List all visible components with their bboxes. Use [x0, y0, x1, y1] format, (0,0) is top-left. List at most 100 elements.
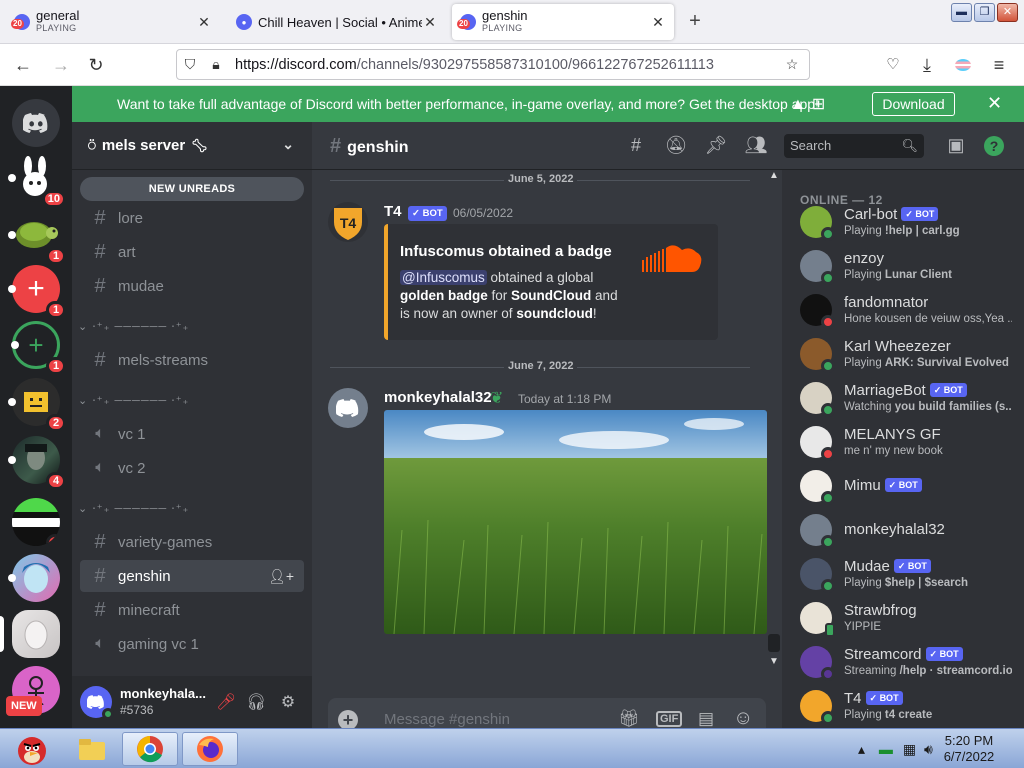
avatar[interactable] — [800, 426, 835, 461]
server-icon-white-art[interactable] — [0, 610, 60, 658]
avatar[interactable] — [800, 250, 835, 285]
sticker-icon[interactable]: ▤ — [698, 709, 714, 728]
close-tab-icon[interactable]: ✕ — [196, 14, 212, 31]
mute-microphone-icon[interactable]: 🎤︎ — [216, 692, 236, 712]
lock-icon[interactable]: 🔒︎ — [203, 56, 229, 73]
avatar[interactable] — [800, 514, 835, 549]
browser-tab-chill-heaven[interactable]: ● Chill Heaven | Social • Anime ✕ — [228, 4, 446, 40]
attach-plus-icon[interactable]: + — [338, 710, 358, 728]
gif-button[interactable]: GIF — [656, 711, 683, 727]
new-tab-button[interactable]: + — [684, 10, 706, 32]
download-button[interactable]: Download — [872, 92, 955, 116]
avatar[interactable] — [800, 646, 835, 681]
angry-bird-start-icon[interactable] — [0, 732, 64, 766]
avatar[interactable] — [800, 206, 835, 241]
browser-tab-genshin[interactable]: 20 genshin PLAYING ✕ — [452, 4, 674, 40]
headphones-icon[interactable]: 🎧︎ — [246, 692, 266, 712]
server-icon-striped[interactable]: 1 — [12, 498, 60, 546]
taskbar-clock[interactable]: 5:20 PM 6/7/2022 — [920, 733, 1018, 765]
avatar[interactable] — [800, 690, 835, 725]
server-icon-green-plus[interactable]: + 1 — [11, 321, 66, 375]
message-input[interactable]: + Message #genshin 🎁︎ GIF ▤ ☺ — [328, 698, 766, 728]
member-item[interactable]: fandomnator Hone kousen de veiuw oss,Yea … — [790, 289, 1020, 331]
channel-vc-1[interactable]: 🔈︎ vc 1 — [80, 418, 304, 450]
menu-hamburger-icon[interactable]: ≡ — [986, 52, 1012, 78]
channel-genshin[interactable]: # genshin 👤︎+ — [80, 560, 304, 592]
channel-variety-games[interactable]: # variety-games — [80, 526, 304, 558]
channel-art[interactable]: # art — [80, 236, 304, 268]
scroll-thumb[interactable] — [768, 634, 780, 652]
firefox-taskbar-icon[interactable] — [182, 732, 238, 766]
avatar[interactable] — [800, 294, 835, 329]
user-mention[interactable]: @Infuscomus — [400, 270, 487, 285]
forward-arrow-icon[interactable]: → — [48, 52, 74, 78]
avatar[interactable] — [800, 338, 835, 373]
avatar[interactable] — [80, 686, 114, 720]
discord-home-icon[interactable] — [12, 99, 60, 147]
username[interactable]: monkeyhala... — [120, 686, 206, 701]
profile-flag-icon[interactable] — [950, 52, 976, 78]
notification-bell-muted-icon[interactable]: 🔕︎ — [664, 135, 688, 157]
reload-icon[interactable]: ↻ — [83, 52, 109, 78]
category-voice[interactable]: ⌄ ⋅⁺₊ ────── ⋅⁺₊ — [76, 394, 308, 410]
channel-vc-2[interactable]: 🔈︎ vc 2 — [80, 452, 304, 484]
server-icon-red-plus[interactable]: + 1 — [8, 265, 66, 319]
battery-icon[interactable]: ▬ — [879, 741, 893, 757]
url-bar[interactable]: ⛉ 🔒︎ https://discord.com/channels/930297… — [176, 49, 810, 80]
member-item[interactable]: enzoy Playing Lunar Client — [790, 245, 1020, 287]
channel-minecraft[interactable]: # minecraft — [80, 594, 304, 626]
member-item[interactable]: MarriageBot ✓ BOT Watching you build famil… — [790, 377, 1020, 419]
server-icon-rabbits[interactable]: 10 — [8, 154, 66, 208]
pinned-messages-icon[interactable]: 📌︎ — [704, 135, 728, 157]
avatar[interactable] — [800, 470, 835, 505]
emoji-icon[interactable]: ☺ — [733, 707, 753, 728]
close-banner-icon[interactable]: ✕ — [987, 93, 1002, 114]
server-icon-turtle[interactable]: 1 — [8, 211, 66, 265]
avatar[interactable] — [800, 558, 835, 593]
member-item[interactable]: T4 ✓ BOT Playing t4 create — [790, 685, 1020, 727]
threads-icon[interactable]: # — [624, 135, 648, 157]
server-icon-pink[interactable]: NEW — [6, 666, 60, 716]
scroll-up-arrow-icon[interactable]: ▲ — [769, 170, 779, 181]
member-item[interactable]: Karl Wheezezer Playing ARK: Survival Evol… — [790, 333, 1020, 375]
message-author[interactable]: monkeyhalal32 — [384, 389, 492, 406]
help-icon[interactable]: ? — [984, 136, 1004, 156]
message-image-grass-field[interactable] — [384, 410, 767, 634]
close-tab-icon[interactable]: ✕ — [650, 14, 666, 31]
member-item[interactable]: MELANYS GF me n' my new book — [790, 421, 1020, 463]
channel-mudae[interactable]: # mudae — [80, 270, 304, 302]
channel-mels-streams[interactable]: # mels-streams — [80, 344, 304, 376]
close-window-button[interactable]: ✕ — [997, 3, 1018, 22]
chevron-down-icon[interactable]: ⌄ — [282, 136, 294, 153]
browser-tab-general[interactable]: 20 general PLAYING ✕ — [6, 4, 220, 40]
server-header[interactable]: ⍥ mels server 🦴︎ ⌄ — [72, 122, 312, 170]
restore-window-button[interactable]: ❐ — [974, 3, 995, 22]
download-arrow-icon[interactable]: ⤓ — [914, 52, 940, 78]
avatar[interactable] — [328, 388, 368, 428]
bookmark-star-icon[interactable]: ☆ — [779, 56, 805, 73]
network-icon[interactable]: ▦ — [903, 741, 916, 757]
avatar[interactable]: T4 — [328, 202, 368, 242]
back-arrow-icon[interactable]: ← — [10, 52, 36, 78]
category-games[interactable]: ⌄ ⋅⁺₊ ────── ⋅⁺₊ — [76, 502, 308, 518]
member-list-icon[interactable]: 👥︎ — [744, 135, 768, 157]
server-icon-pixel-face[interactable]: 2 — [8, 378, 66, 432]
member-item[interactable]: Mimu ✓ BOT — [790, 465, 1020, 507]
chat-scrollbar[interactable]: ▲ ▼ — [766, 170, 782, 670]
message-author[interactable]: T4 — [384, 203, 402, 220]
new-unreads-pill[interactable]: NEW UNREADS — [80, 177, 304, 201]
settings-gear-icon[interactable]: ⚙ — [278, 692, 298, 712]
server-icon-dark-portrait[interactable]: 4 — [8, 436, 66, 490]
member-item[interactable]: Strawbfrog YIPPIE — [790, 597, 1020, 639]
scroll-down-arrow-icon[interactable]: ▼ — [769, 656, 779, 667]
avatar[interactable] — [800, 382, 835, 417]
member-item[interactable]: Carl-bot ✓ BOT Playing !help | carl.gg — [790, 201, 1020, 243]
search-input[interactable]: Search 🔍︎ — [784, 134, 924, 158]
minimize-window-button[interactable]: ▬ — [951, 3, 972, 22]
tray-expand-icon[interactable]: ▴ — [858, 741, 865, 757]
member-item[interactable]: Streamcord ✓ BOT Streaming /help · streamc… — [790, 641, 1020, 683]
category-swan[interactable]: ⌄ ⋅⁺₊ ────── ⋅⁺₊ — [76, 320, 308, 336]
shield-icon[interactable]: ⛉ — [177, 56, 203, 73]
chrome-taskbar-icon[interactable] — [122, 732, 178, 766]
server-icon-anime-girl[interactable] — [8, 554, 60, 602]
